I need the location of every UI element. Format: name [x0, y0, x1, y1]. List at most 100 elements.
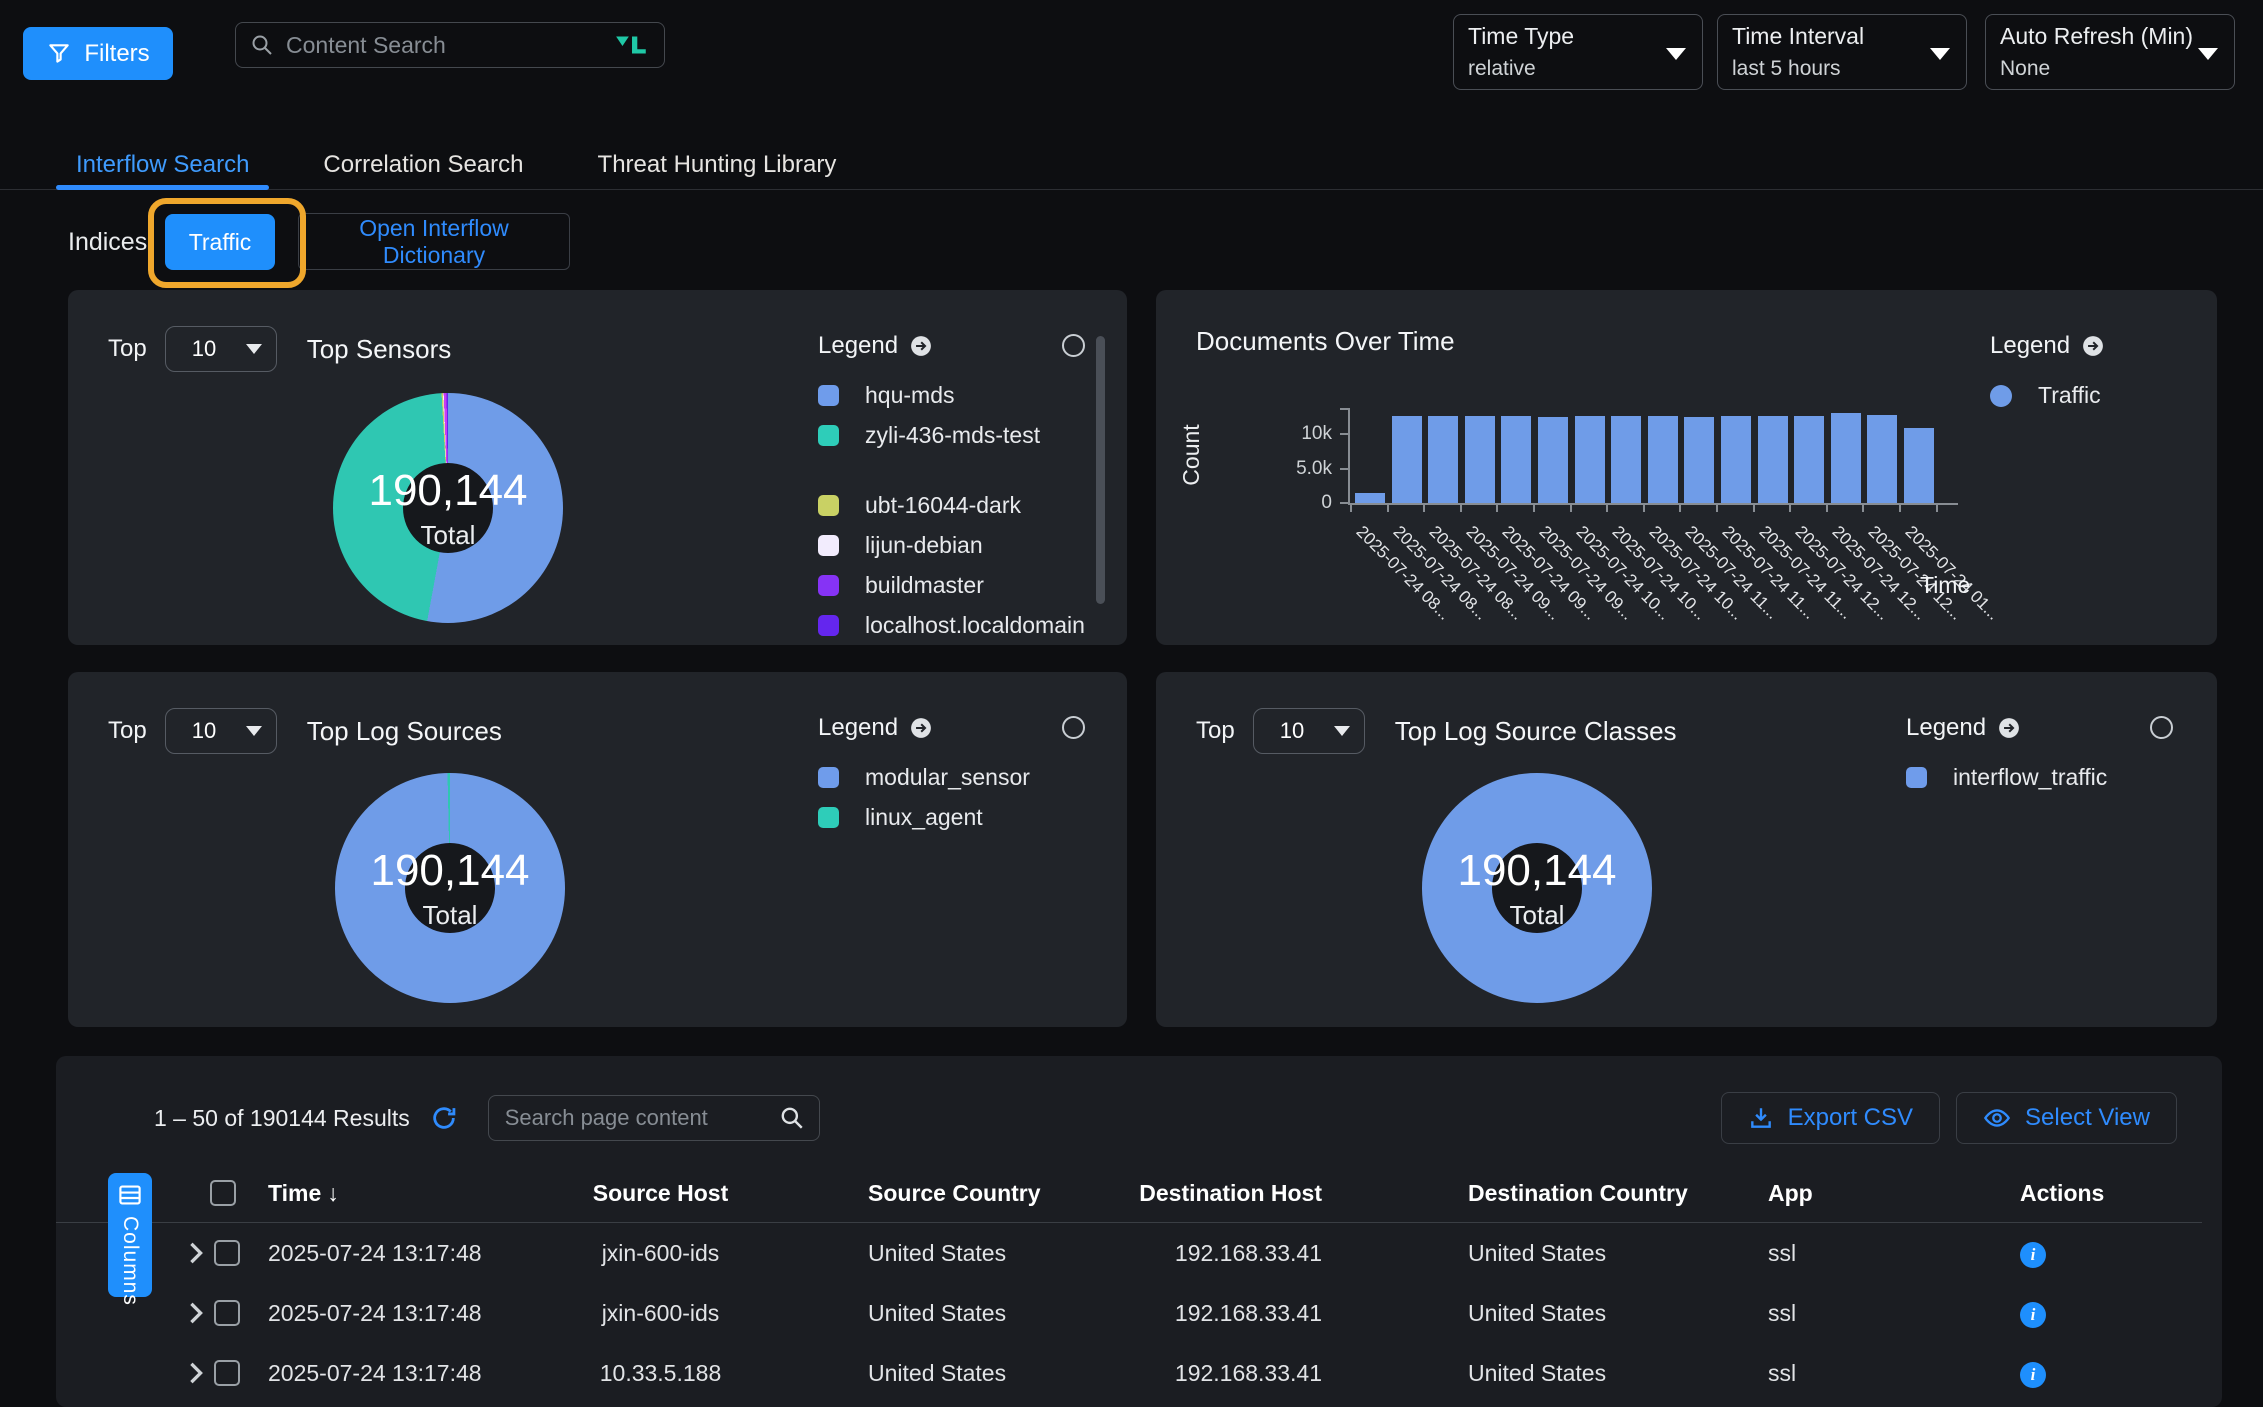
info-icon[interactable]: i — [2020, 1362, 2046, 1388]
info-icon[interactable]: i — [2020, 1242, 2046, 1268]
top-n-value: 10 — [192, 718, 216, 744]
legend-item[interactable]: hqu-mds — [818, 382, 1118, 409]
legend-item[interactable]: localhost.localdomain — [818, 612, 1118, 639]
legend-item[interactable]: ubt-16044-dark — [818, 492, 1118, 519]
bar-2025-07-24 08...[interactable] — [1428, 416, 1458, 503]
bar-2025-07-24 09...[interactable] — [1501, 416, 1531, 503]
open-interflow-dictionary-button[interactable]: Open Interflow Dictionary — [298, 213, 570, 270]
table-row[interactable]: 2025-07-24 13:17:4810.33.5.188United Sta… — [56, 1343, 2202, 1403]
bar-2025-07-24 09...[interactable] — [1538, 417, 1568, 503]
legend-item[interactable]: lijun-debian — [818, 532, 1118, 559]
legend-radio-icon[interactable] — [2150, 716, 2173, 739]
bar-2025-07-24 12...[interactable] — [1867, 415, 1897, 503]
table-row[interactable]: 2025-07-24 13:17:48jxin-600-idsUnited St… — [56, 1223, 2202, 1283]
bar-2025-07-24 10...[interactable] — [1575, 416, 1605, 503]
top-n-dropdown[interactable]: 10 — [1253, 708, 1365, 754]
tab-interflow-search[interactable]: Interflow Search — [56, 140, 269, 189]
column-header-dhost[interactable]: Destination Host — [1103, 1180, 1433, 1207]
column-header-app[interactable]: App — [1733, 1180, 1983, 1207]
time-interval-dropdown[interactable]: Time Interval last 5 hours — [1717, 14, 1967, 90]
column-header-shost[interactable]: Source Host — [548, 1180, 773, 1207]
legend-item[interactable]: interflow_traffic — [1906, 764, 2206, 791]
chevron-down-icon — [246, 344, 262, 354]
legend-swatch-icon — [818, 767, 839, 788]
column-header-actions[interactable]: Actions — [1983, 1180, 2202, 1207]
auto-refresh-value: None — [2000, 57, 2220, 81]
export-csv-button[interactable]: Export CSV — [1721, 1092, 1940, 1144]
bar-2025-07-24 10...[interactable] — [1648, 416, 1678, 503]
bar-2025-07-24 09...[interactable] — [1465, 416, 1495, 503]
page-search-box[interactable] — [488, 1095, 820, 1141]
export-csv-label: Export CSV — [1788, 1104, 1913, 1132]
indices-traffic-button[interactable]: Traffic — [165, 214, 275, 270]
legend-header[interactable]: Legend — [1990, 332, 2210, 360]
documents-bar-chart[interactable]: 05.0k10k — [1348, 408, 1958, 505]
legend: Legend hqu-mdszyli-436-mds-testubt-16044… — [818, 332, 1118, 639]
top-log-source-classes-donut-chart[interactable]: 190,144 Total — [1422, 773, 1652, 1003]
y-tick-label: 10k — [1278, 423, 1332, 445]
expand-row-chevron-icon[interactable] — [188, 1242, 204, 1264]
top-sensors-donut-chart[interactable]: 190,144 Total — [333, 393, 563, 623]
download-icon — [1748, 1105, 1774, 1131]
top-n-dropdown[interactable]: 10 — [165, 326, 277, 372]
column-header-scountry[interactable]: Source Country — [773, 1180, 1103, 1207]
filters-button[interactable]: Filters — [23, 27, 173, 80]
select-view-button[interactable]: Select View — [1956, 1092, 2177, 1144]
tab-threat-hunting-library[interactable]: Threat Hunting Library — [578, 140, 857, 189]
bar-2025-07-24 10...[interactable] — [1611, 416, 1641, 503]
donut-total: 190,144 — [370, 846, 529, 896]
bar-2025-07-24 11...[interactable] — [1684, 417, 1714, 503]
legend-scrollbar[interactable] — [1096, 336, 1105, 604]
x-axis-tick — [1789, 503, 1791, 512]
content-search-input[interactable] — [284, 31, 604, 60]
legend-item[interactable]: Traffic — [1990, 382, 2210, 409]
column-header-dcountry[interactable]: Destination Country — [1433, 1180, 1733, 1207]
bar-2025-07-24 01...[interactable] — [1904, 428, 1934, 503]
bar-2025-07-24 12...[interactable] — [1831, 413, 1861, 503]
page-search-input[interactable] — [503, 1104, 779, 1132]
legend-radio-icon[interactable] — [1062, 334, 1085, 357]
tab-correlation-search[interactable]: Correlation Search — [303, 140, 543, 189]
panel-head: Top 10 Top Log Source Classes — [1196, 708, 1677, 754]
time-interval-label: Time Interval — [1732, 23, 1952, 50]
legend-items: modular_sensor linux_agent — [818, 764, 1118, 831]
cell-destination-country: United States — [1433, 1360, 1733, 1387]
legend-item[interactable]: modular_sensor — [818, 764, 1118, 791]
time-type-dropdown[interactable]: Time Type relative — [1453, 14, 1703, 90]
bar-2025-07-24 08...[interactable] — [1355, 493, 1385, 503]
bar-2025-07-24 11...[interactable] — [1758, 416, 1788, 503]
donut-total: 190,144 — [368, 466, 527, 516]
panel-title: Top Log Sources — [307, 716, 502, 747]
row-checkbox[interactable] — [214, 1240, 240, 1266]
filters-button-label: Filters — [84, 40, 149, 68]
legend-item[interactable]: zyli-436-mds-test — [818, 422, 1118, 449]
x-axis-tick — [1862, 503, 1864, 512]
info-icon[interactable]: i — [2020, 1302, 2046, 1328]
expand-row-chevron-icon[interactable] — [188, 1362, 204, 1384]
row-checkbox[interactable] — [214, 1300, 240, 1326]
columns-button[interactable]: Columns — [108, 1173, 152, 1297]
legend-radio-icon[interactable] — [1062, 716, 1085, 739]
refresh-icon[interactable] — [430, 1104, 458, 1132]
row-checkbox[interactable] — [214, 1360, 240, 1386]
cell-time: 2025-07-24 13:17:48 — [268, 1300, 548, 1327]
top-n-dropdown[interactable]: 10 — [165, 708, 277, 754]
expand-row-chevron-icon[interactable] — [188, 1302, 204, 1324]
bar-2025-07-24 11...[interactable] — [1721, 416, 1751, 503]
auto-refresh-dropdown[interactable]: Auto Refresh (Min) None — [1985, 14, 2235, 90]
chevron-down-icon — [1334, 726, 1350, 736]
x-axis-tick — [1423, 503, 1425, 512]
column-header-time[interactable]: Time↓ — [268, 1180, 548, 1207]
panel-title: Top Log Source Classes — [1395, 716, 1677, 747]
select-all-checkbox[interactable] — [210, 1180, 236, 1206]
bar-2025-07-24 12...[interactable] — [1794, 416, 1824, 503]
sort-descending-icon[interactable]: ↓ — [327, 1180, 339, 1206]
table-row[interactable]: 2025-07-24 13:17:48jxin-600-idsUnited St… — [56, 1283, 2202, 1343]
top-log-sources-donut-chart[interactable]: 190,144 Total — [335, 773, 565, 1003]
bar-2025-07-24 08...[interactable] — [1392, 416, 1422, 503]
legend-item[interactable]: linux_agent — [818, 804, 1118, 831]
content-search-box[interactable] — [235, 22, 665, 68]
search-icon — [779, 1105, 805, 1131]
time-interval-value: last 5 hours — [1732, 57, 1952, 81]
legend-item[interactable]: buildmaster — [818, 572, 1118, 599]
